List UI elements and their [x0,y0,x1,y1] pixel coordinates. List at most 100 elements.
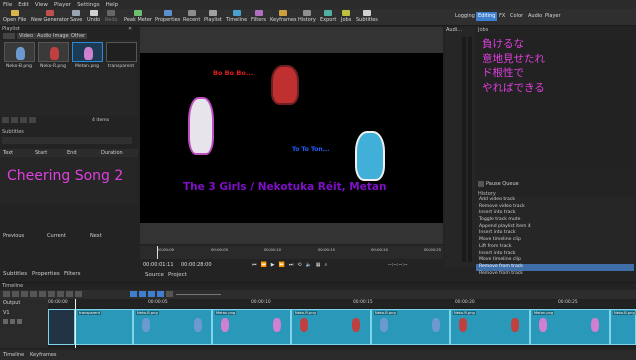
timeline-clip[interactable]: Metan.png [212,309,291,345]
lift-icon[interactable] [57,291,64,297]
playlist-button[interactable]: Playlist [204,10,222,23]
grid-icon[interactable]: ▦ [316,262,321,268]
skip-end-icon[interactable]: ⏭ [289,262,294,268]
tab-subtitles[interactable]: Subtitles [3,271,27,277]
volume-icon[interactable]: 🔈 [306,262,312,268]
viewer-ruler[interactable]: 00:00:00 00:00:05 00:00:10 00:00:15 00:0… [140,246,443,259]
zoom-icon[interactable]: ⌕ [325,262,328,268]
subtitle-track-select[interactable] [2,137,132,144]
tab-timeline[interactable]: Timeline [3,352,24,358]
menu-icon[interactable] [29,117,36,123]
lock-icon[interactable] [17,319,22,324]
filters-button[interactable]: Filters [251,10,266,23]
playlist-item[interactable] [38,42,69,62]
history-item[interactable]: Toggle track mute [476,217,634,224]
menu-view[interactable]: View [35,2,48,8]
menu-help[interactable]: Help [106,2,119,8]
timeline-button[interactable]: Timeline [226,10,247,23]
append-icon[interactable] [39,291,46,297]
timeline-clip[interactable]: Neko-B.png [371,309,450,345]
new-generator-button[interactable]: New Generator [31,10,69,23]
timeline-playhead[interactable] [75,299,76,348]
play-icon[interactable]: ▶ [271,262,275,268]
recent-button[interactable]: Recent [183,10,200,23]
layout-editing[interactable]: Editing [476,12,498,21]
ripple-delete-icon[interactable] [48,291,55,297]
copy-icon[interactable] [21,291,28,297]
layout-color[interactable]: Color [508,12,525,21]
zoom-slider[interactable] [176,294,221,295]
timeline-clip[interactable]: Neko-B.png [133,309,212,345]
timeline-clip[interactable]: Neko-B.png [610,309,636,345]
zoom-out-icon[interactable] [166,291,173,297]
menu-file[interactable]: File [3,2,12,8]
overwrite-icon[interactable] [66,291,73,297]
layout-player[interactable]: Player [543,12,563,21]
history-item[interactable]: Move timeline clip [476,237,634,244]
column-duration[interactable]: Duration [101,150,123,156]
menu-edit[interactable]: Edit [18,2,29,8]
open-file-button[interactable]: Open File [3,10,26,23]
filter-tab-image[interactable]: Image [51,33,71,39]
view-toggle-icon[interactable] [3,33,15,39]
forward-icon[interactable]: ⏩ [279,262,285,268]
cut-icon[interactable] [12,291,19,297]
column-start[interactable]: Start [35,150,47,156]
tab-properties[interactable]: Properties [32,271,60,277]
history-item[interactable]: Remove from track [476,271,634,278]
filter-tab-video[interactable]: Video [17,33,36,39]
jobs-button[interactable]: Jobs [341,10,351,23]
timecode-current[interactable]: 00:00:01:11 [143,262,174,268]
history-item[interactable]: Add video track [476,197,634,204]
loop-icon[interactable]: ⟲ [297,262,301,268]
video-frame[interactable]: Bo Bo Bo... To To Ton... The 3 Girls / N… [140,53,443,223]
column-end[interactable]: End [67,150,77,156]
update-icon[interactable] [20,117,27,123]
keyframes-button[interactable]: Keyframes [270,10,297,23]
ripple-all-icon[interactable] [157,291,164,297]
export-button[interactable]: Export [320,10,336,23]
mute-icon[interactable] [3,319,8,324]
ripple-icon[interactable] [148,291,155,297]
timeline-clip[interactable]: transparent [75,309,133,345]
playlist-item[interactable] [106,42,137,62]
undo-button[interactable]: Undo [87,10,100,23]
skip-start-icon[interactable]: ⏮ [252,262,257,268]
history-item[interactable]: Remove from track [476,263,634,271]
filter-tab-other[interactable]: Other [69,33,88,39]
tab-keyframes[interactable]: Keyframes [30,352,57,358]
pause-queue-button[interactable]: Pause Queue [478,179,528,188]
hide-icon[interactable] [10,319,15,324]
tab-project[interactable]: Project [168,272,187,278]
snap-icon[interactable] [130,291,137,297]
menu-icon[interactable] [3,291,10,297]
layout-audio[interactable]: Audio [526,12,544,21]
menu-settings[interactable]: Settings [77,2,100,8]
save-button[interactable]: Save [70,10,82,23]
rewind-icon[interactable]: ⏪ [261,262,267,268]
tab-source[interactable]: Source [145,272,164,278]
tab-filters[interactable]: Filters [64,271,81,277]
remove-icon[interactable] [11,117,18,123]
redo-button[interactable]: Redo [105,10,118,23]
playlist-item[interactable] [4,42,35,62]
playlist-item[interactable] [72,42,103,62]
paste-icon[interactable] [30,291,37,297]
menu-player[interactable]: Player [54,2,71,8]
history-item[interactable]: Move timeline clip [476,257,634,264]
add-icon[interactable] [2,117,9,123]
properties-button[interactable]: Properties [155,10,180,23]
column-text[interactable]: Text [3,150,13,156]
peak-meter-button[interactable]: Peak Meter [124,10,152,23]
history-button[interactable]: History [298,10,316,23]
playhead[interactable] [157,246,158,259]
scrub-icon[interactable] [139,291,146,297]
split-icon[interactable] [75,291,82,297]
timeline-clip[interactable]: Neko-R.png [291,309,371,345]
layout-logging[interactable]: Logging [453,12,477,21]
history-item[interactable]: Lift from track [476,244,634,251]
timeline-clip[interactable] [48,309,75,345]
close-icon[interactable]: ✕ [128,26,136,32]
timeline-ruler[interactable]: 00:00:00 00:00:05 00:00:10 00:00:15 00:0… [48,299,636,308]
subtitles-button[interactable]: Subtitles [356,10,378,23]
